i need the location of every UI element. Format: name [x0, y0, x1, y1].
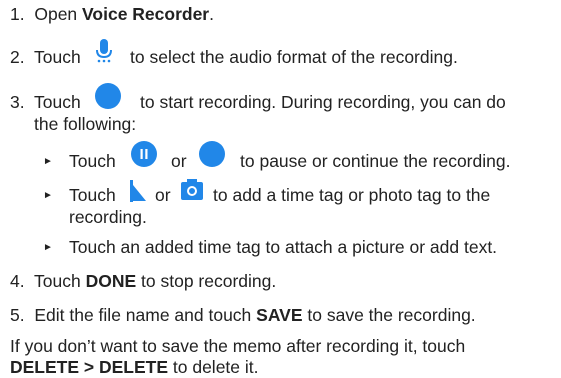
pause-icon — [131, 141, 157, 167]
step-number: 1. — [10, 4, 25, 24]
bullet-icon: ► — [43, 156, 53, 167]
step-text-end: . — [209, 4, 214, 24]
step-text: Touch — [34, 271, 86, 291]
time-tag-flag-icon — [130, 180, 146, 202]
step-2: 2. Touch — [10, 47, 81, 68]
step-text: Open — [34, 4, 83, 24]
step-text: Touch — [34, 47, 81, 67]
step-1: 1. Open Voice Recorder. — [10, 4, 214, 25]
bullet-icon: ► — [43, 190, 53, 201]
microphone-format-icon — [96, 39, 112, 63]
continue-record-icon — [199, 141, 225, 167]
step-number: 3. — [10, 92, 25, 112]
bullet-icon: ► — [43, 242, 53, 253]
sub-bullet-3: Touch an added time tag to attach a pict… — [69, 237, 498, 257]
step-5: 5. Edit the file name and touch SAVE to … — [10, 305, 476, 326]
note-line-1: If you don’t want to save the memo after… — [10, 336, 466, 356]
done-label: DONE — [85, 271, 137, 291]
step-3-rest: to start recording. During recording, yo… — [140, 92, 506, 112]
sub-bullet-2-pre: Touch — [69, 185, 116, 205]
sub-bullet-1-or: or — [171, 151, 187, 171]
step-number: 5. — [10, 305, 25, 325]
step-3: 3. Touch — [10, 92, 81, 113]
record-button-icon — [95, 83, 121, 109]
sub-bullet-1-rest: to pause or continue the recording. — [240, 151, 511, 171]
step-number: 4. — [10, 271, 25, 291]
note-end: to delete it. — [168, 357, 259, 377]
step-text-end: to save the recording. — [302, 305, 476, 325]
save-label: SAVE — [256, 305, 303, 325]
step-2-rest: to select the audio format of the record… — [130, 47, 458, 67]
app-name: Voice Recorder — [82, 4, 210, 24]
sub-bullet-1-pre: Touch — [69, 151, 116, 171]
note-line-2: DELETE > DELETE to delete it. — [10, 357, 259, 378]
delete-label: DELETE > DELETE — [10, 357, 169, 377]
sub-bullet-2-continued: recording. — [69, 207, 147, 227]
step-text: Edit the file name and touch — [34, 305, 257, 325]
step-text: Touch — [34, 92, 81, 112]
step-number: 2. — [10, 47, 25, 67]
step-3-continued: the following: — [34, 114, 137, 134]
sub-bullet-2-rest: to add a time tag or photo tag to the — [213, 185, 491, 205]
photo-tag-camera-icon — [181, 179, 203, 200]
step-text-end: to stop recording. — [136, 271, 277, 291]
sub-bullet-2-or: or — [155, 185, 171, 205]
step-4: 4. Touch DONE to stop recording. — [10, 271, 276, 292]
